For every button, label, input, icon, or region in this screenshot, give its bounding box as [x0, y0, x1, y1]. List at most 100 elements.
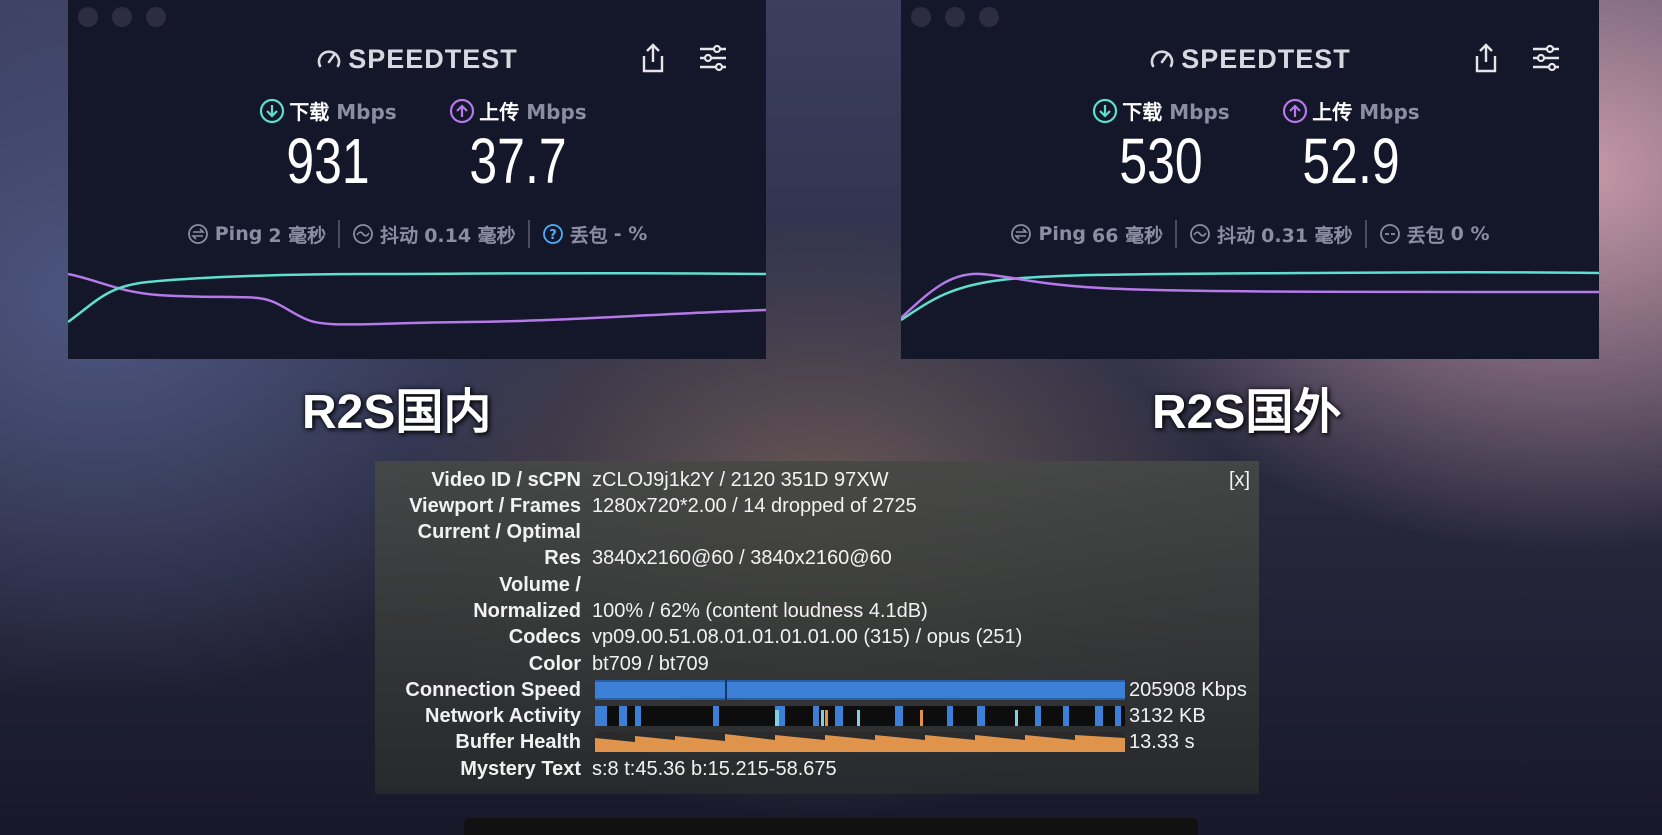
jitter-value: 0.31 毫秒: [1261, 224, 1353, 247]
share-button[interactable]: [639, 42, 667, 78]
brand-text: SPEEDTEST: [1181, 44, 1351, 74]
jitter-value: 0.14 毫秒: [424, 224, 516, 247]
divider: [1364, 220, 1367, 248]
gauge-icon: [1150, 50, 1174, 68]
ping-icon: [187, 224, 208, 244]
jitter-icon: [353, 224, 374, 244]
stats-label: Buffer Health: [455, 731, 581, 753]
download-curve: [901, 271, 1599, 322]
share-icon: [1475, 43, 1497, 73]
ping-value: 66 毫秒: [1092, 224, 1164, 247]
ping-stat: Ping 2 毫秒: [187, 221, 326, 248]
sliders-icon: [700, 44, 726, 72]
close-window-button[interactable]: [78, 7, 98, 27]
jitter-icon: [1190, 224, 1211, 244]
maximize-window-button[interactable]: [979, 7, 999, 27]
connection-stats: Ping 2 毫秒 抖动 0.14 毫秒 ? 丢包 - %: [68, 220, 766, 248]
upload-label: 上传: [479, 100, 520, 124]
settings-button[interactable]: [1531, 44, 1561, 76]
stats-value: s:8 t:45.36 b:15.215-58.675: [592, 758, 837, 780]
loss-stat: 丢包 0 %: [1379, 221, 1490, 248]
ping-icon: [1011, 224, 1032, 244]
close-stats-button[interactable]: [x]: [1229, 469, 1250, 492]
loss-value: 0 %: [1450, 223, 1490, 245]
help-icon[interactable]: ?: [542, 223, 564, 245]
close-window-button[interactable]: [911, 7, 931, 27]
share-button[interactable]: [1472, 42, 1500, 78]
connection-stats: Ping 66 毫秒 抖动 0.31 毫秒 丢包 0 %: [901, 220, 1599, 248]
stats-label: Normalized: [473, 600, 581, 622]
stats-value: 100% / 62% (content loudness 4.1dB): [592, 600, 928, 622]
download-metric: 下载 Mbps 530: [1066, 96, 1256, 193]
window-controls: [78, 7, 166, 27]
stats-label: Codecs: [508, 626, 581, 648]
download-label: 下载: [1122, 100, 1163, 124]
jitter-stat: 抖动 0.14 毫秒: [352, 221, 516, 248]
loss-label: 丢包: [1406, 224, 1445, 247]
brand-text: SPEEDTEST: [348, 44, 518, 74]
upload-unit: Mbps: [526, 100, 587, 124]
stats-value: 3840x2160@60 / 3840x2160@60: [592, 547, 892, 569]
upload-metric: 上传 Mbps 37.7: [423, 96, 613, 193]
stats-label: Color: [528, 653, 581, 675]
upload-metric: 上传 Mbps 52.9: [1256, 96, 1446, 193]
gauge-icon: [317, 50, 341, 68]
ping-stat: Ping 66 毫秒: [1010, 221, 1163, 248]
upload-value: 52.9: [1302, 125, 1400, 197]
minimize-window-button[interactable]: [945, 7, 965, 27]
share-icon: [642, 43, 664, 73]
stats-label: Network Activity: [425, 705, 581, 727]
download-label: 下载: [289, 100, 330, 124]
ping-value: 2 毫秒: [268, 224, 327, 247]
stats-label: Volume /: [499, 574, 581, 596]
download-unit: Mbps: [1169, 100, 1230, 124]
ping-label: Ping: [1038, 223, 1087, 245]
window-controls: [911, 7, 999, 27]
jitter-stat: 抖动 0.31 毫秒: [1189, 221, 1353, 248]
jitter-label: 抖动: [1217, 224, 1256, 247]
loss-stat: ? 丢包 - %: [542, 221, 648, 248]
upload-icon: [1283, 98, 1308, 124]
divider: [1175, 220, 1178, 248]
download-unit: Mbps: [336, 100, 397, 124]
network-activity-value: 3132 KB: [1129, 705, 1206, 727]
upload-curve: [68, 272, 766, 326]
stats-value: zCLOJ9j1k2Y / 2120 351D 97XW: [592, 469, 889, 491]
download-icon: [1093, 98, 1118, 124]
divider: [338, 220, 341, 248]
loss-value: - %: [613, 223, 648, 245]
stats-label: Current / Optimal: [417, 521, 581, 543]
caption-domestic: R2S国内: [302, 386, 492, 439]
svg-text:?: ?: [549, 228, 557, 243]
stats-label: Viewport / Frames: [409, 495, 581, 517]
upload-value: 37.7: [469, 125, 567, 197]
connection-speed-graph: [595, 680, 1125, 700]
network-activity-graph: [595, 706, 1125, 726]
jitter-label: 抖动: [380, 224, 419, 247]
speed-graph: [901, 271, 1599, 322]
buffer-health-graph: [595, 732, 1125, 752]
settings-button[interactable]: [698, 44, 728, 76]
maximize-window-button[interactable]: [146, 7, 166, 27]
stats-value: 1280x720*2.00 / 14 dropped of 2725: [592, 495, 917, 517]
connection-speed-value: 205908 Kbps: [1129, 679, 1247, 701]
ping-label: Ping: [214, 223, 263, 245]
packet-loss-icon: [1379, 224, 1400, 244]
download-icon: [260, 98, 285, 124]
stats-label: Mystery Text: [460, 758, 581, 780]
upload-icon: [450, 98, 475, 124]
stats-label: Video ID / sCPN: [431, 469, 581, 491]
stats-value: bt709 / bt709: [592, 653, 709, 675]
download-value: 931: [286, 125, 370, 197]
sliders-icon: [1533, 44, 1559, 72]
upload-label: 上传: [1312, 100, 1353, 124]
minimize-window-button[interactable]: [112, 7, 132, 27]
speedtest-window-overseas: SPEEDTEST 下载 Mbps 530 上传 Mbps 52.9 Ping 6…: [901, 0, 1599, 359]
divider: [527, 220, 530, 248]
download-metric: 下载 Mbps 931: [233, 96, 423, 193]
buffer-health-value: 13.33 s: [1129, 731, 1195, 753]
speedtest-window-domestic: SPEEDTEST 下载 Mbps 931 上传 Mbps 37.7 Ping 2…: [68, 0, 766, 359]
caption-overseas: R2S国外: [1152, 386, 1342, 439]
video-control-strip: [464, 818, 1198, 835]
stats-for-nerds-panel: [x] Video ID / sCPN zCLOJ9j1k2Y / 2120 3…: [375, 461, 1259, 794]
